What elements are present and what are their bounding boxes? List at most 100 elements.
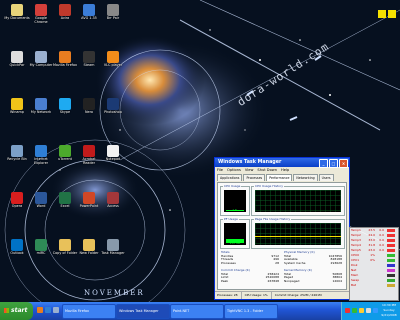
desktop-icon[interactable]: Photoshop — [100, 98, 126, 115]
ie-quicklaunch-icon[interactable] — [45, 307, 51, 313]
desktop-icon[interactable]: VLC player — [100, 51, 126, 68]
pf-usage-meter: 252 MB — [224, 223, 246, 245]
desktop-icon[interactable]: Outlook — [4, 239, 30, 256]
taskbar-button[interactable]: Mozilla Firefox — [62, 304, 116, 319]
desktop-icon[interactable]: My Documents — [4, 4, 30, 21]
desktop-icon[interactable]: Excel — [52, 192, 78, 209]
start-button[interactable]: start — [0, 302, 33, 320]
close-icon[interactable]: × — [339, 159, 348, 168]
menu-shutdown[interactable]: Shut Down — [257, 167, 277, 173]
tray-icon[interactable] — [373, 308, 378, 313]
tab-applications[interactable]: Applications — [217, 174, 243, 181]
menu-file[interactable]: File — [217, 167, 223, 173]
desktop-icon[interactable]: Opera — [4, 192, 30, 209]
status-processes: Processes: 28 — [217, 292, 242, 299]
desktop-icon-label: Steam — [83, 63, 95, 67]
desktop-icon-label: Brr Pair — [106, 16, 120, 20]
desktop-icon-label: Nero — [84, 110, 94, 114]
task-manager-titlebar[interactable]: Windows Task Manager _ □ × — [215, 158, 349, 168]
desktop-icon[interactable]: AVG 1.35 — [76, 4, 102, 21]
antivirus-tray-icon[interactable] — [345, 308, 350, 313]
desktop-icon-label: VLC player — [103, 63, 123, 67]
gadget-row-value — [366, 283, 375, 288]
desktop-icon[interactable]: Internet Explorer — [28, 145, 54, 166]
desktop-icon-label: Avira — [60, 16, 70, 20]
desktop-icon-label: Word — [36, 204, 46, 208]
desktop-icon-label: Access — [107, 204, 119, 208]
app-icon — [11, 239, 23, 251]
menu-options[interactable]: Options — [227, 167, 241, 173]
tray-icon[interactable] — [366, 308, 371, 313]
app-icon — [83, 98, 95, 110]
desktop-icon[interactable]: uTorrent — [52, 145, 78, 162]
desktop-icon[interactable]: My Computer — [28, 51, 54, 68]
tab-performance[interactable]: Performance — [266, 174, 293, 181]
app-icon — [83, 239, 95, 251]
task-manager-statusbar: Processes: 28 CPU Usage: 1% Commit Charg… — [215, 291, 349, 299]
app-icon — [107, 192, 119, 204]
desktop-icon-label: Copy of Folder — [52, 251, 78, 255]
desktop-icon[interactable]: Google Chrome — [28, 4, 54, 25]
gadget-row: Bat — [350, 283, 398, 288]
desktop-icon[interactable]: Nero — [76, 98, 102, 115]
menu-view[interactable]: View — [245, 167, 254, 173]
desktop-icon-label: Excel — [60, 204, 70, 208]
app-icon — [59, 98, 71, 110]
desktop-icon-label: Recycle Bin — [7, 157, 27, 161]
desktop-icon[interactable]: Avira — [52, 4, 78, 21]
desktop-icon-label: Outlook — [10, 251, 24, 255]
app-icon — [11, 4, 23, 16]
cpu-history-label: CPU Usage History — [254, 184, 285, 188]
gadget-row-swatch — [387, 264, 395, 267]
desktop-icon-label: My Documents — [4, 16, 30, 20]
taskbar-button[interactable]: Paint.NET — [170, 304, 224, 319]
menu-help[interactable]: Help — [281, 167, 289, 173]
desktop-icon[interactable]: Mozilla Firefox — [52, 51, 78, 68]
tab-networking[interactable]: Networking — [293, 174, 318, 181]
taskbar-clock[interactable]: 10:30 PM Sunday 9/21/2008 — [380, 303, 398, 318]
app-icon — [11, 98, 23, 110]
desktop-icon[interactable]: Recycle Bin — [4, 145, 30, 162]
app-icon — [59, 239, 71, 251]
app-icon — [35, 98, 47, 110]
desktop-icon-label: mIRC — [36, 251, 46, 255]
tab-users[interactable]: Users — [318, 174, 334, 181]
desktop-icon[interactable]: Skype — [52, 98, 78, 115]
desktop-icon[interactable]: My Network — [28, 98, 54, 115]
desktop-icon[interactable]: Task Manager — [100, 239, 126, 256]
desktop-icon[interactable]: Copy of Folder — [52, 239, 78, 256]
desktop-icon[interactable]: mIRC — [28, 239, 54, 256]
desktop-icon[interactable]: Access — [100, 192, 126, 209]
desktop-icon[interactable]: New Folder — [76, 239, 102, 256]
volume-tray-icon[interactable] — [359, 308, 364, 313]
taskbar-button[interactable]: TightVNC 1.3 - Folder — [224, 304, 278, 319]
desktop-icon[interactable]: Steam — [76, 51, 102, 68]
minimize-icon[interactable]: _ — [319, 159, 328, 168]
desktop-icon[interactable]: Brr Pair — [100, 4, 126, 21]
taskbar-button[interactable]: Windows Task Manager — [116, 304, 170, 319]
desktop-icon[interactable]: Acrobat Reader — [76, 145, 102, 166]
tab-processes[interactable]: Processes — [243, 174, 266, 181]
maximize-icon[interactable]: □ — [329, 159, 338, 168]
desktop-icon[interactable]: QuickPar — [4, 51, 30, 68]
app-icon — [107, 239, 119, 251]
desktop-icon-label: My Network — [30, 110, 52, 114]
status-commit: Commit Charge: 252M / 2461M — [274, 293, 322, 297]
gadget-row-swatch — [387, 259, 395, 262]
app-icon — [59, 4, 71, 16]
desktop-icon[interactable]: PowerPoint — [76, 192, 102, 209]
desktop-icon[interactable]: Notepad — [100, 145, 126, 162]
show-desktop-icon[interactable] — [53, 307, 59, 313]
network-tray-icon[interactable] — [352, 308, 357, 313]
gadget-row-swatch — [387, 274, 395, 277]
desktop-icon[interactable]: Winamp — [4, 98, 30, 115]
gadget-row-swatch — [387, 244, 395, 247]
tab-strip: Applications Processes Performance Netwo… — [215, 174, 349, 181]
clock-date: 9/21/2008 — [381, 313, 397, 317]
desktop-icon[interactable]: Word — [28, 192, 54, 209]
app-icon — [107, 51, 119, 63]
cpu-usage-meter: 1 % — [224, 190, 246, 212]
performance-panel: CPU Usage 1 % CPU Usage History PF Usage… — [217, 182, 347, 290]
desktop-icon-label: Internet Explorer — [33, 157, 49, 165]
firefox-quicklaunch-icon[interactable] — [37, 307, 43, 313]
